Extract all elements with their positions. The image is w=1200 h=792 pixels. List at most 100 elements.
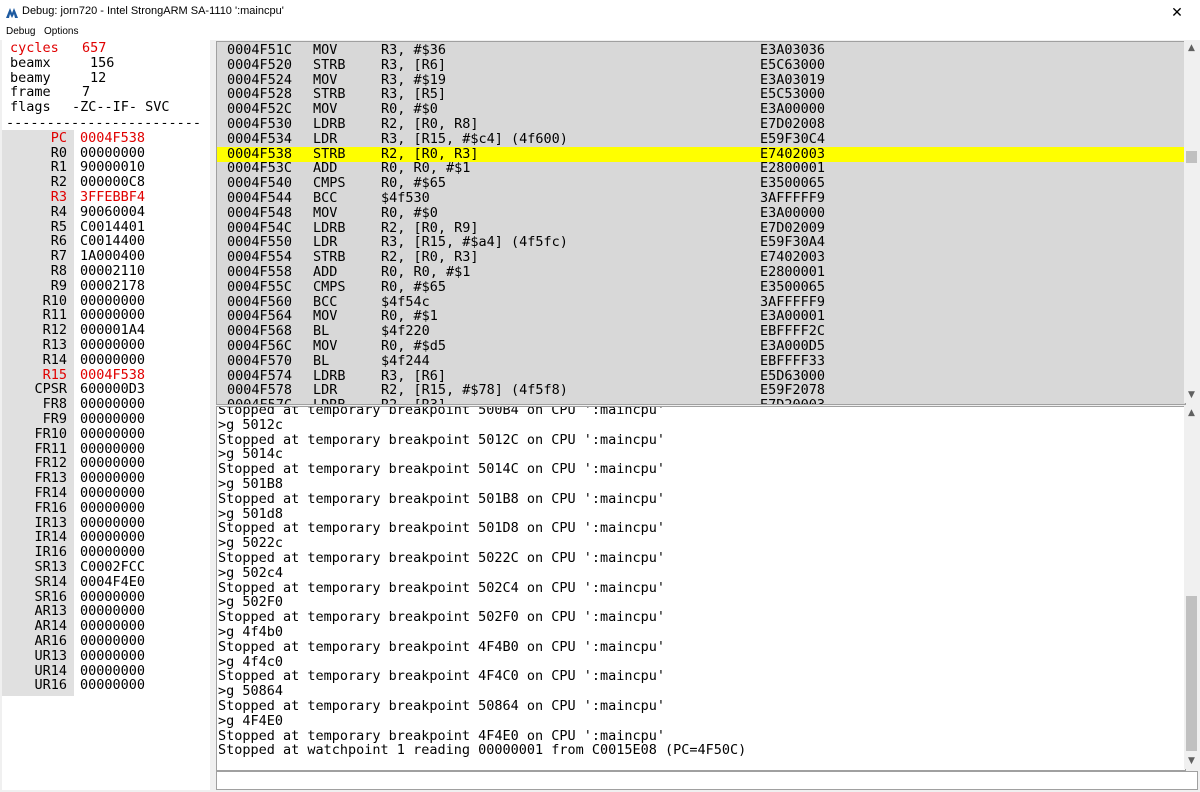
instruction-row[interactable]: 0004F544 BCC $4f530 3AFFFFF9: [217, 191, 1185, 206]
instruction-row[interactable]: 0004F564 MOV R0, #$1 E3A00001: [217, 309, 1185, 324]
register-value[interactable]: 00000000: [80, 604, 145, 619]
register-value[interactable]: 00000000: [80, 412, 145, 427]
register-value[interactable]: 00000000: [80, 397, 145, 412]
register-value[interactable]: 0004F538: [80, 130, 145, 146]
register-value[interactable]: 00000000: [80, 145, 145, 161]
register-value[interactable]: 00000000: [80, 530, 145, 545]
register-value[interactable]: 00002178: [80, 278, 145, 294]
instruction-address: 0004F534: [227, 130, 293, 147]
register-value[interactable]: 00000000: [80, 515, 145, 531]
register-value[interactable]: 657: [82, 41, 106, 56]
instruction-row[interactable]: 0004F52C MOV R0, #$0 E3A00000: [217, 102, 1185, 117]
register-value[interactable]: 12: [90, 70, 106, 86]
instruction-row[interactable]: 0004F568 BL $4f220 EBFFFF2C: [217, 324, 1185, 339]
disassembly-view[interactable]: 0004F51C MOV R3, #$36 E3A03036 0004F520 STRB R…: [216, 41, 1186, 405]
register-value[interactable]: 156: [90, 55, 114, 71]
register-value[interactable]: 90060004: [80, 204, 145, 220]
register-value[interactable]: 90000010: [80, 160, 145, 175]
register-value[interactable]: 00000000: [80, 426, 145, 442]
register-value[interactable]: C0002FCC: [80, 560, 145, 575]
register-value[interactable]: 00000000: [80, 663, 145, 679]
instruction-row[interactable]: 0004F51C MOV R3, #$36 E3A03036: [217, 43, 1185, 58]
instruction-operands: $4f244: [381, 352, 430, 369]
instruction-operands: R0, #$0: [381, 204, 438, 221]
current-instruction-row[interactable]: 0004F538 STRB R2, [R0, R3] E7402003: [217, 146, 1185, 162]
register-value[interactable]: 00000000: [80, 308, 145, 323]
register-row: SR16 00000000: [2, 589, 210, 605]
scroll-up-arrow-icon[interactable]: ▲: [1184, 406, 1199, 421]
register-value[interactable]: 00000000: [80, 619, 145, 634]
register-value[interactable]: 00000000: [80, 648, 145, 664]
instruction-address: 0004F528: [227, 86, 293, 103]
scroll-down-arrow-icon[interactable]: ▼: [1184, 754, 1199, 769]
instruction-row[interactable]: 0004F56C MOV R0, #$d5 E3A000D5: [217, 339, 1185, 354]
register-value[interactable]: 1A000400: [80, 249, 145, 264]
instruction-row[interactable]: 0004F55C CMPS R0, #$65 E3500065: [217, 279, 1185, 295]
instruction-row[interactable]: 0004F540 CMPS R0, #$65 E3500065: [217, 176, 1185, 191]
register-value[interactable]: 00000000: [80, 634, 145, 649]
register-name: R0: [50, 144, 67, 161]
menu-options[interactable]: Options: [44, 26, 78, 37]
instruction-row[interactable]: 0004F550 LDR R3, [R15, #$a4] (4f5fc) E59F30…: [217, 235, 1185, 250]
instruction-address: 0004F568: [227, 323, 293, 340]
register-value[interactable]: C0014401: [80, 219, 145, 235]
instruction-row[interactable]: 0004F520 STRB R3, [R6] E5C63000: [217, 57, 1185, 73]
register-value[interactable]: 00000000: [80, 486, 145, 501]
instruction-row[interactable]: 0004F57C LDRB R2, [R3] E7D20003: [217, 398, 1185, 404]
command-input[interactable]: [216, 771, 1198, 790]
register-value[interactable]: -ZC--IF- SVC: [72, 100, 170, 115]
instruction-row[interactable]: 0004F54C LDRB R2, [R0, R9] E7D02009: [217, 220, 1185, 236]
scroll-thumb[interactable]: [1186, 151, 1197, 163]
register-value[interactable]: 00000000: [80, 471, 145, 486]
instruction-operands: R0, R0, #$1: [381, 160, 471, 177]
menu-debug[interactable]: Debug: [6, 26, 35, 37]
register-name: AR14: [34, 618, 67, 635]
scroll-thumb[interactable]: [1186, 596, 1197, 751]
instruction-opcode: E3A00000: [760, 204, 826, 221]
instruction-row[interactable]: 0004F558 ADD R0, R0, #$1 E2800001: [217, 265, 1185, 280]
console-output[interactable]: Stopped at temporary breakpoint 500B4 on…: [216, 406, 1186, 771]
scroll-down-arrow-icon[interactable]: ▼: [1184, 388, 1199, 403]
instruction-row[interactable]: 0004F548 MOV R0, #$0 E3A00000: [217, 204, 1185, 221]
register-value[interactable]: 00000000: [80, 545, 145, 560]
register-name: R10: [42, 292, 67, 309]
register-name: R5: [50, 218, 67, 235]
instruction-row[interactable]: 0004F560 BCC $4f54c 3AFFFFF9: [217, 294, 1185, 310]
register-value[interactable]: 00000000: [80, 589, 145, 605]
register-value[interactable]: 00002110: [80, 264, 145, 279]
instruction-row[interactable]: 0004F53C ADD R0, R0, #$1 E2800001: [217, 161, 1185, 176]
register-row: beamx 156: [2, 54, 210, 71]
register-row: R8 00002110: [2, 264, 210, 279]
console-scrollbar[interactable]: ▲ ▼: [1184, 406, 1199, 769]
register-name: beamx: [10, 54, 51, 71]
disassembly-scrollbar[interactable]: ▲ ▼: [1184, 41, 1199, 403]
register-value[interactable]: 600000D3: [80, 382, 145, 397]
console-line: Stopped at temporary breakpoint 5022C on…: [218, 550, 666, 566]
instruction-row[interactable]: 0004F570 BL $4f244 EBFFFF33: [217, 352, 1185, 369]
register-row: R3 3FFEBBF4: [2, 190, 210, 205]
register-value[interactable]: 000001A4: [80, 323, 145, 338]
register-value[interactable]: 00000000: [80, 500, 145, 516]
instruction-row[interactable]: 0004F578 LDR R2, [R15, #$78] (4f5f8) E59F20…: [217, 383, 1185, 398]
register-value[interactable]: 00000000: [80, 678, 145, 693]
instruction-operands: R0, #$0: [381, 101, 438, 118]
register-value[interactable]: 00000000: [80, 293, 145, 309]
register-value[interactable]: 000000C8: [80, 175, 145, 190]
register-value[interactable]: 00000000: [80, 338, 145, 353]
close-button[interactable]: ✕: [1154, 0, 1200, 24]
register-value[interactable]: 7: [82, 85, 90, 100]
register-value[interactable]: 0004F4E0: [80, 574, 145, 590]
register-value[interactable]: 3FFEBBF4: [80, 190, 145, 205]
instruction-row[interactable]: 0004F524 MOV R3, #$19 E3A03019: [217, 72, 1185, 88]
instruction-row[interactable]: 0004F534 LDR R3, [R15, #$c4] (4f600) E59F30…: [217, 130, 1185, 147]
register-value[interactable]: 00000000: [80, 352, 145, 368]
instruction-row[interactable]: 0004F574 LDRB R3, [R6] E5D63000: [217, 368, 1185, 384]
register-value[interactable]: C0014400: [80, 234, 145, 249]
register-value[interactable]: 00000000: [80, 441, 145, 457]
scroll-up-arrow-icon[interactable]: ▲: [1184, 41, 1199, 56]
instruction-row[interactable]: 0004F528 STRB R3, [R5] E5C53000: [217, 87, 1185, 102]
register-value[interactable]: 00000000: [80, 456, 145, 471]
instruction-row[interactable]: 0004F530 LDRB R2, [R0, R8] E7D02008: [217, 117, 1185, 132]
instruction-row[interactable]: 0004F554 STRB R2, [R0, R3] E7402003: [217, 250, 1185, 265]
register-value[interactable]: 0004F538: [80, 367, 145, 383]
